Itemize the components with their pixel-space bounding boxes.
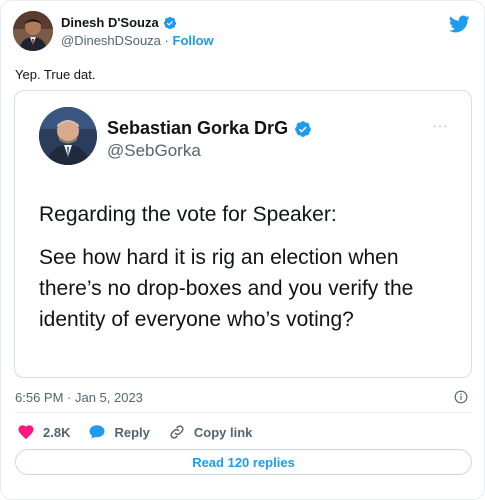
verified-badge-icon: [294, 120, 312, 138]
follow-link[interactable]: Follow: [173, 33, 214, 48]
like-button[interactable]: 2.8K: [17, 423, 70, 441]
tweet-embed: Dinesh D'Souza @DineshDSouza · Follow Ye…: [0, 0, 485, 500]
read-replies-button[interactable]: Read 120 replies: [15, 449, 472, 475]
quoted-author-name-text[interactable]: Sebastian Gorka DrG: [107, 118, 288, 139]
author-avatar[interactable]: [13, 11, 53, 51]
divider: [15, 412, 472, 413]
author-handle-row: @DineshDSouza · Follow: [61, 33, 214, 48]
quoted-author-avatar[interactable]: [39, 107, 97, 165]
reply-bubble-icon: [89, 425, 105, 439]
quoted-author-name[interactable]: Sebastian Gorka DrG: [107, 118, 312, 139]
reply-label: Reply: [114, 424, 150, 440]
quoted-tweet[interactable]: Sebastian Gorka DrG @SebGorka ··· Regard…: [14, 90, 472, 378]
quoted-line-2: See how hard it is rig an election when …: [39, 246, 414, 331]
quoted-line-1: Regarding the vote for Speaker:: [39, 203, 337, 226]
action-bar: 2.8K Reply Copy link: [17, 423, 252, 441]
author-handle[interactable]: @DineshDSouza: [61, 33, 161, 48]
author-name[interactable]: Dinesh D'Souza: [61, 15, 177, 30]
separator-dot: ·: [164, 33, 169, 48]
copy-link-label: Copy link: [193, 424, 253, 440]
twitter-bird-icon[interactable]: [448, 13, 470, 35]
heart-icon: [18, 425, 34, 440]
quoted-author-handle[interactable]: @SebGorka: [107, 141, 201, 161]
reply-button[interactable]: Reply: [88, 423, 150, 441]
author-name-text[interactable]: Dinesh D'Souza: [61, 15, 159, 30]
like-count: 2.8K: [43, 424, 71, 440]
more-icon[interactable]: ···: [432, 117, 449, 133]
tweet-timestamp[interactable]: 6:56 PM · Jan 5, 2023: [15, 390, 143, 405]
info-icon[interactable]: [454, 390, 468, 404]
tweet-text: Yep. True dat.: [15, 67, 96, 82]
verified-badge-icon: [163, 16, 177, 30]
link-icon: [170, 425, 184, 439]
quoted-tweet-body: Regarding the vote for Speaker: See how …: [39, 199, 459, 347]
copy-link-button[interactable]: Copy link: [168, 423, 253, 441]
